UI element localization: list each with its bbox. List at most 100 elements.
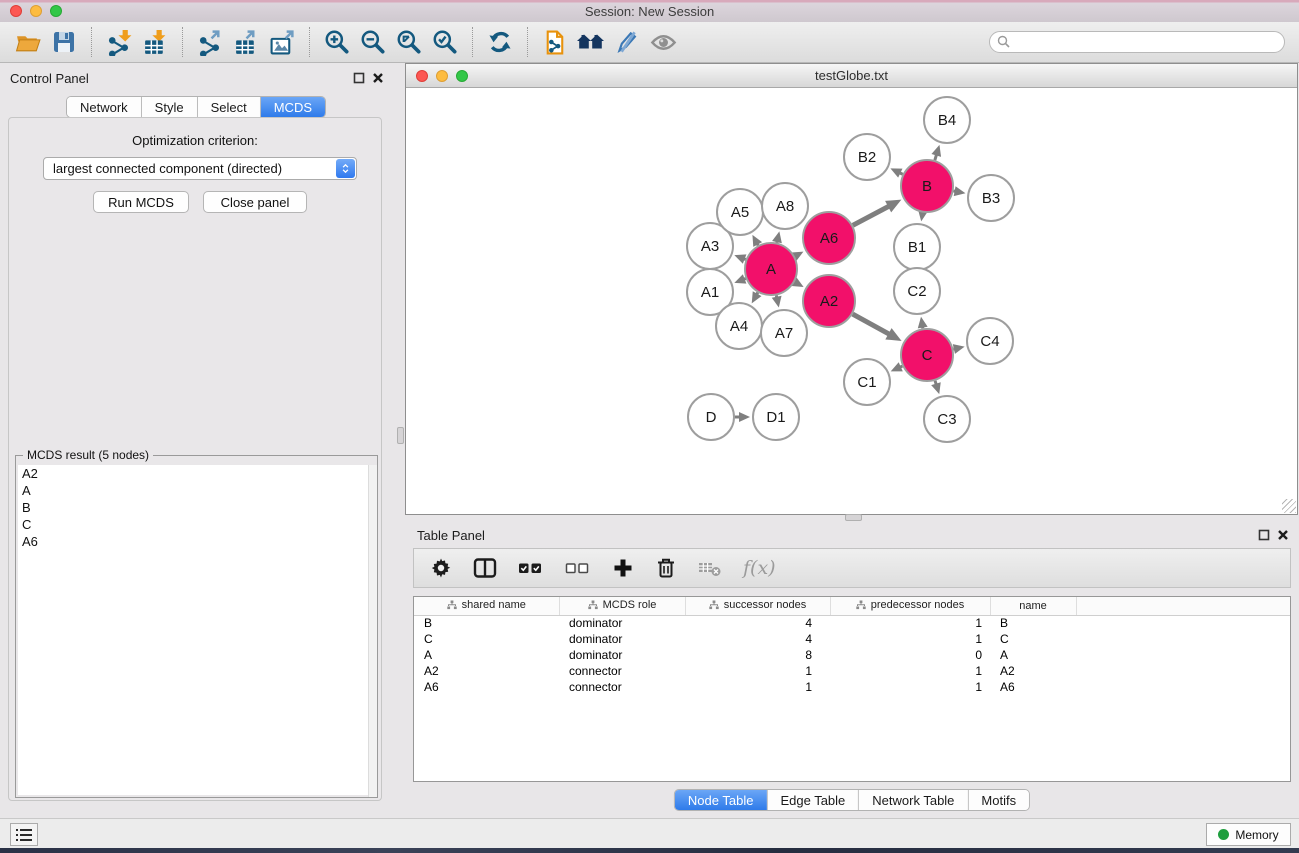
graph-node-A6[interactable]: A6 xyxy=(803,212,855,264)
graph-node-C3[interactable]: C3 xyxy=(924,396,970,442)
duplicate-network-icon[interactable] xyxy=(537,25,573,59)
memory-button[interactable]: Memory xyxy=(1206,823,1291,846)
add-column-icon[interactable] xyxy=(612,557,634,579)
column-header-MCDS-role[interactable]: MCDS role xyxy=(559,597,685,615)
graph-node-A[interactable]: A xyxy=(745,243,797,295)
save-session-icon[interactable] xyxy=(46,25,82,59)
graph-node-A2[interactable]: A2 xyxy=(803,275,855,327)
float-panel-icon[interactable] xyxy=(353,72,365,84)
network-window-titlebar[interactable]: testGlobe.txt xyxy=(406,64,1297,88)
cell-successor-nodes[interactable]: 4 xyxy=(685,615,830,631)
cell-shared-name[interactable]: B xyxy=(414,615,559,631)
refresh-icon[interactable] xyxy=(482,25,518,59)
graph-node-B1[interactable]: B1 xyxy=(894,224,940,270)
tab-select[interactable]: Select xyxy=(198,97,261,117)
cell-MCDS-role[interactable]: connector xyxy=(559,679,685,695)
graph-node-A4[interactable]: A4 xyxy=(716,303,762,349)
cell-successor-nodes[interactable]: 8 xyxy=(685,647,830,663)
table-row[interactable]: Bdominator41B xyxy=(414,615,1290,631)
cell-MCDS-role[interactable]: dominator xyxy=(559,631,685,647)
column-header-name[interactable]: name xyxy=(990,597,1076,615)
tab-style[interactable]: Style xyxy=(142,97,198,117)
cell-name[interactable]: A2 xyxy=(990,663,1076,679)
graph-node-A8[interactable]: A8 xyxy=(762,183,808,229)
cell-MCDS-role[interactable]: dominator xyxy=(559,647,685,663)
result-scrollbar[interactable] xyxy=(368,465,377,797)
zoom-in-icon[interactable] xyxy=(319,25,355,59)
table-options-gear-icon[interactable] xyxy=(430,557,452,579)
cell-shared-name[interactable]: A2 xyxy=(414,663,559,679)
tab-node-table[interactable]: Node Table xyxy=(675,790,768,810)
table-row[interactable]: Cdominator41C xyxy=(414,631,1290,647)
export-table-icon[interactable] xyxy=(228,25,264,59)
cell-shared-name[interactable]: A6 xyxy=(414,679,559,695)
node-table[interactable]: shared nameMCDS rolesuccessor nodesprede… xyxy=(413,596,1291,782)
graph-node-B4[interactable]: B4 xyxy=(924,97,970,143)
close-panel-icon[interactable] xyxy=(372,72,384,84)
graph-node-D1[interactable]: D1 xyxy=(753,394,799,440)
cell-name[interactable]: A6 xyxy=(990,679,1076,695)
home-icon[interactable] xyxy=(573,25,609,59)
tab-network[interactable]: Network xyxy=(67,97,142,117)
vertical-splitter-handle[interactable] xyxy=(397,427,404,444)
export-image-icon[interactable] xyxy=(264,25,300,59)
cell-successor-nodes[interactable]: 1 xyxy=(685,663,830,679)
cell-shared-name[interactable]: C xyxy=(414,631,559,647)
import-network-icon[interactable] xyxy=(101,25,137,59)
result-item[interactable]: A xyxy=(18,482,375,499)
zoom-selected-icon[interactable] xyxy=(427,25,463,59)
cell-predecessor-nodes[interactable]: 1 xyxy=(830,663,990,679)
task-history-button[interactable] xyxy=(10,823,38,846)
network-minimize-icon[interactable] xyxy=(436,70,448,82)
graph-node-D[interactable]: D xyxy=(688,394,734,440)
import-table-icon[interactable] xyxy=(137,25,173,59)
column-visibility-icon[interactable] xyxy=(473,557,497,579)
result-item[interactable]: B xyxy=(18,499,375,516)
zoom-fit-icon[interactable] xyxy=(391,25,427,59)
graph-edge-A2-C[interactable] xyxy=(853,314,891,335)
cell-predecessor-nodes[interactable]: 1 xyxy=(830,615,990,631)
graph-node-C4[interactable]: C4 xyxy=(967,318,1013,364)
float-table-panel-icon[interactable] xyxy=(1258,529,1270,541)
export-network-icon[interactable] xyxy=(192,25,228,59)
open-session-icon[interactable] xyxy=(10,25,46,59)
zoom-out-icon[interactable] xyxy=(355,25,391,59)
cell-MCDS-role[interactable]: dominator xyxy=(559,615,685,631)
criterion-select[interactable]: largest connected component (directed) xyxy=(43,157,357,180)
cell-name[interactable]: C xyxy=(990,631,1076,647)
result-item[interactable]: A6 xyxy=(18,533,375,550)
search-input[interactable] xyxy=(989,31,1285,53)
toggle-annotations-icon[interactable] xyxy=(609,25,645,59)
close-table-panel-icon[interactable] xyxy=(1277,529,1289,541)
cell-predecessor-nodes[interactable]: 0 xyxy=(830,647,990,663)
network-zoom-icon[interactable] xyxy=(456,70,468,82)
minimize-window-icon[interactable] xyxy=(30,5,42,17)
select-all-checks-icon[interactable] xyxy=(518,557,544,579)
table-row[interactable]: Adominator80A xyxy=(414,647,1290,663)
tab-motifs[interactable]: Motifs xyxy=(968,790,1029,810)
close-panel-button[interactable]: Close panel xyxy=(203,191,307,213)
tab-mcds[interactable]: MCDS xyxy=(261,97,325,117)
cell-name[interactable]: B xyxy=(990,615,1076,631)
graph-node-A5[interactable]: A5 xyxy=(717,189,763,235)
tab-network-table[interactable]: Network Table xyxy=(859,790,968,810)
cell-successor-nodes[interactable]: 4 xyxy=(685,631,830,647)
graph-node-A7[interactable]: A7 xyxy=(761,310,807,356)
column-header-predecessor-nodes[interactable]: predecessor nodes xyxy=(830,597,990,615)
table-row[interactable]: A6connector11A6 xyxy=(414,679,1290,695)
network-close-icon[interactable] xyxy=(416,70,428,82)
run-mcds-button[interactable]: Run MCDS xyxy=(93,191,189,213)
zoom-window-icon[interactable] xyxy=(50,5,62,17)
result-item[interactable]: A2 xyxy=(18,465,375,482)
network-canvas[interactable]: AA1A2A3A4A5A6A7A8BB1B2B3B4CC1C2C3C4DD1 xyxy=(406,88,1297,514)
show-details-eye-icon[interactable] xyxy=(645,25,681,59)
tab-edge-table[interactable]: Edge Table xyxy=(767,790,859,810)
graph-node-B[interactable]: B xyxy=(901,160,953,212)
mcds-result-list[interactable]: A2ABCA6 xyxy=(18,465,375,795)
cell-name[interactable]: A xyxy=(990,647,1076,663)
column-header-successor-nodes[interactable]: successor nodes xyxy=(685,597,830,615)
result-item[interactable]: C xyxy=(18,516,375,533)
cell-successor-nodes[interactable]: 1 xyxy=(685,679,830,695)
close-window-icon[interactable] xyxy=(10,5,22,17)
graph-edge-A6-B[interactable] xyxy=(853,206,890,226)
